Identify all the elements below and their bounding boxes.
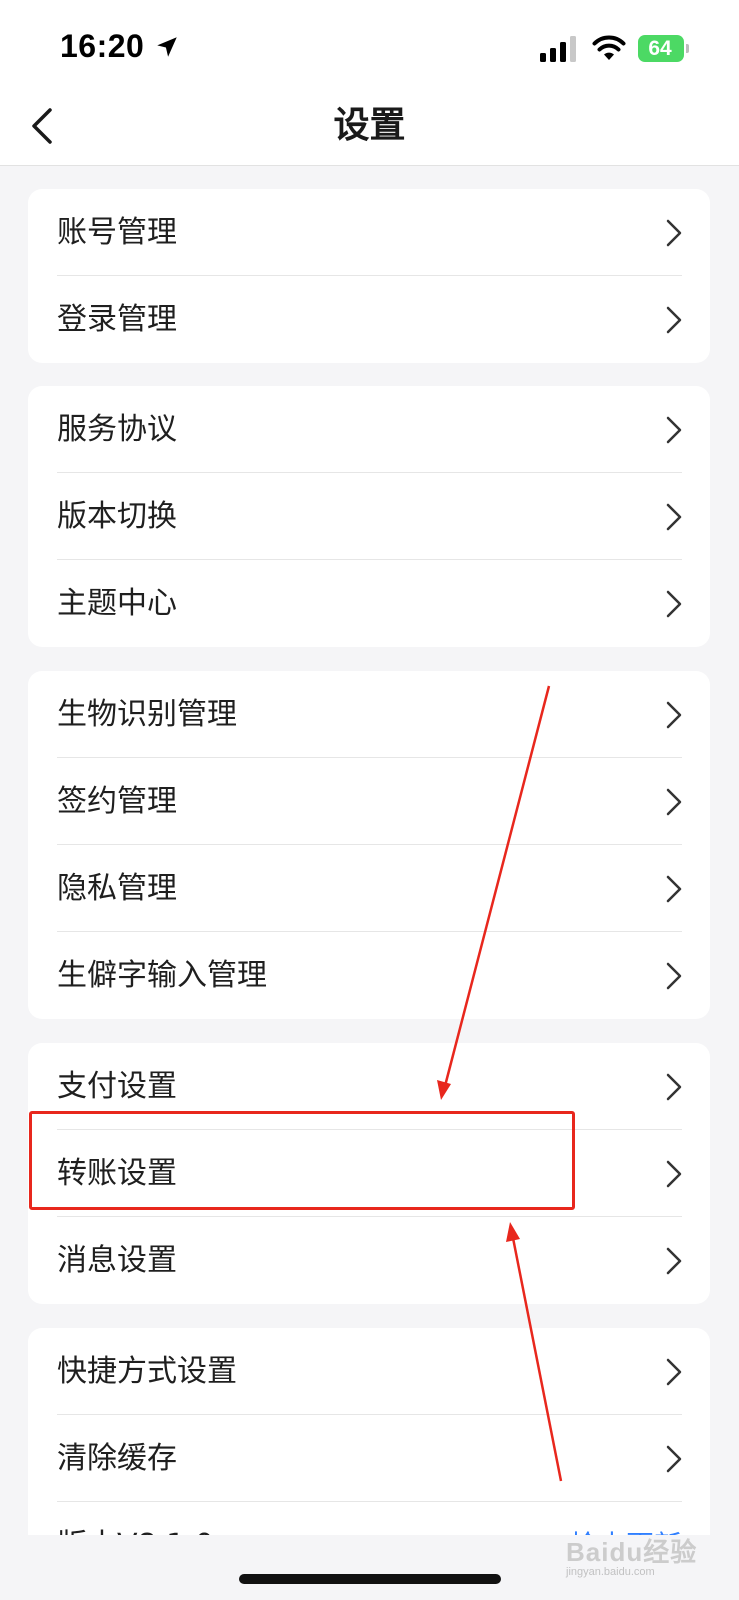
row-label: 账号管理 [57, 215, 177, 250]
battery-level: 64 [648, 37, 672, 60]
settings-row-shortcut-settings[interactable]: 快捷方式设置 [28, 1328, 710, 1415]
chevron-right-icon [666, 1247, 682, 1275]
home-indicator[interactable] [239, 1574, 501, 1584]
settings-group-payment: 支付设置 转账设置 消息设置 [28, 1043, 710, 1304]
navigation-bar: 设置 [0, 90, 739, 166]
settings-row-service-agreement[interactable]: 服务协议 [28, 386, 710, 473]
settings-row-account-management[interactable]: 账号管理 [28, 189, 710, 276]
chevron-right-icon [666, 701, 682, 729]
row-label: 生僻字输入管理 [57, 958, 267, 993]
status-time: 16:20 [60, 28, 145, 64]
row-label: 支付设置 [57, 1069, 177, 1104]
chevron-right-icon [666, 1445, 682, 1473]
watermark-sub: jingyan.baidu.com [566, 1566, 655, 1578]
settings-row-version-switch[interactable]: 版本切换 [28, 473, 710, 560]
chevron-right-icon [666, 219, 682, 247]
chevron-right-icon [666, 875, 682, 903]
settings-row-clear-cache[interactable]: 清除缓存 [28, 1415, 710, 1502]
settings-row-login-management[interactable]: 登录管理 [28, 276, 710, 363]
chevron-right-icon [666, 1160, 682, 1188]
settings-row-transfer-settings[interactable]: 转账设置 [28, 1130, 710, 1217]
chevron-right-icon [666, 503, 682, 531]
settings-row-rare-character-input[interactable]: 生僻字输入管理 [28, 932, 710, 1019]
watermark: Baidu经验 [566, 1537, 698, 1567]
page-title: 设置 [333, 105, 406, 146]
chevron-right-icon [666, 306, 682, 334]
row-label: 签约管理 [57, 784, 177, 819]
row-label: 主题中心 [57, 586, 177, 621]
settings-row-payment-settings[interactable]: 支付设置 [28, 1043, 710, 1130]
row-label: 版本切换 [57, 499, 177, 534]
chevron-right-icon [666, 1073, 682, 1101]
settings-row-theme-center[interactable]: 主题中心 [28, 560, 710, 647]
row-label: 消息设置 [57, 1243, 177, 1278]
chevron-right-icon [666, 788, 682, 816]
settings-row-privacy-management[interactable]: 隐私管理 [28, 845, 710, 932]
battery-charging-icon: 64 [638, 35, 689, 62]
row-label: 登录管理 [57, 302, 177, 337]
settings-row-biometric-management[interactable]: 生物识别管理 [28, 671, 710, 758]
header-area: 16:20 64 设置 [0, 0, 739, 166]
wifi-icon [592, 35, 626, 60]
status-bar: 16:20 64 [0, 0, 739, 90]
cellular-signal-icon [540, 36, 576, 62]
row-label: 服务协议 [57, 412, 177, 447]
row-label: 隐私管理 [57, 871, 177, 906]
settings-row-contract-management[interactable]: 签约管理 [28, 758, 710, 845]
chevron-right-icon [666, 962, 682, 990]
chevron-right-icon [666, 1358, 682, 1386]
location-arrow-icon [157, 37, 177, 57]
row-label: 生物识别管理 [57, 697, 237, 732]
settings-group-account: 账号管理 登录管理 [28, 189, 710, 363]
settings-group-general: 服务协议 版本切换 主题中心 [28, 386, 710, 647]
row-label: 转账设置 [57, 1156, 177, 1191]
chevron-right-icon [666, 416, 682, 444]
settings-row-message-settings[interactable]: 消息设置 [28, 1217, 710, 1304]
chevron-right-icon [666, 590, 682, 618]
row-label: 快捷方式设置 [57, 1354, 237, 1389]
settings-group-security: 生物识别管理 签约管理 隐私管理 生僻字输入管理 [28, 671, 710, 1019]
row-label: 清除缓存 [57, 1441, 177, 1476]
